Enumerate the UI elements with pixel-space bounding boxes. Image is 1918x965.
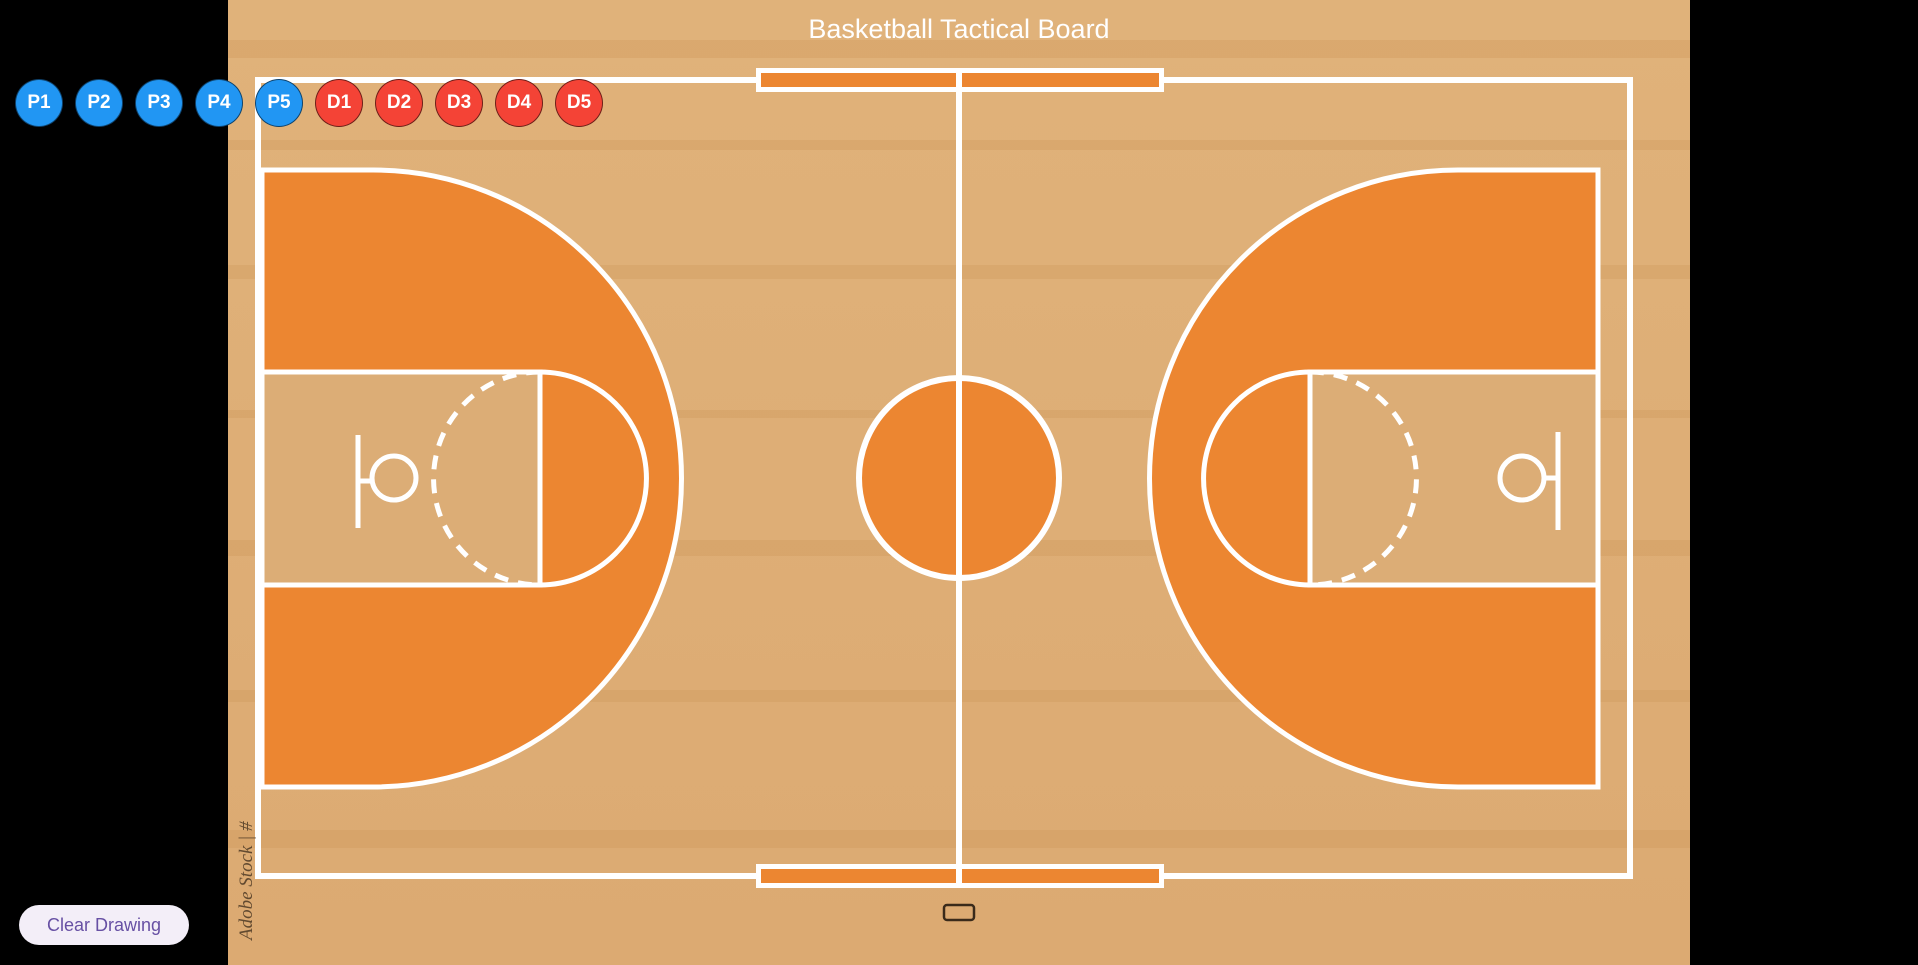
clear-drawing-button[interactable]: Clear Drawing (19, 905, 189, 945)
defense-token-d3[interactable]: D3 (435, 79, 483, 127)
defense-token-d1[interactable]: D1 (315, 79, 363, 127)
top-bench-stripe (756, 68, 1164, 92)
defense-token-d4[interactable]: D4 (495, 79, 543, 127)
offense-token-p2[interactable]: P2 (75, 79, 123, 127)
offense-token-p1[interactable]: P1 (15, 79, 63, 127)
left-paint (259, 369, 543, 588)
offense-token-p3[interactable]: P3 (135, 79, 183, 127)
defense-token-d2[interactable]: D2 (375, 79, 423, 127)
offense-token-p5[interactable]: P5 (255, 79, 303, 127)
player-token-palette: P1 P2 P3 P4 P5 D1 D2 D3 D4 D5 (15, 79, 603, 127)
defense-token-d5[interactable]: D5 (555, 79, 603, 127)
tactical-board-canvas[interactable] (228, 0, 1690, 965)
bottom-bench-stripe (756, 864, 1164, 888)
offense-token-p4[interactable]: P4 (195, 79, 243, 127)
